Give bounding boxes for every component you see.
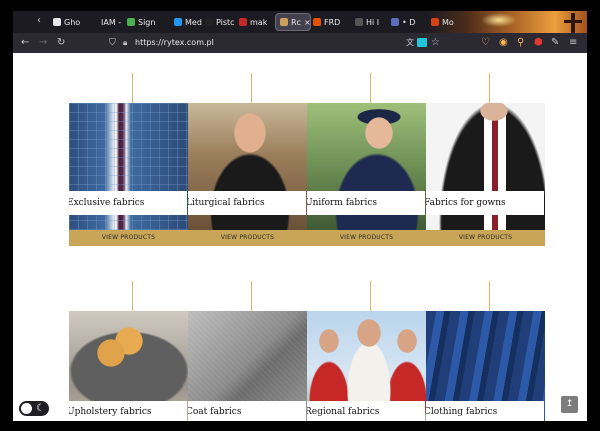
extensions-icon[interactable]: ⚲	[517, 37, 524, 49]
category-card-clothing[interactable]: Clothing fabrics	[426, 311, 545, 421]
browser-tab[interactable]: • D	[391, 13, 415, 31]
category-card-regional[interactable]: Regional fabrics	[307, 311, 426, 421]
page-content: Exclusive fabrics VIEW PRODUCTS Liturgic…	[13, 53, 587, 421]
scroll-top-button[interactable]: ↥	[561, 396, 578, 413]
lock-icon[interactable]: 🔒︎	[123, 37, 127, 49]
browser-tab[interactable]: Pistc	[205, 13, 235, 31]
category-label: Regional fabrics	[307, 401, 425, 421]
tab-favicon-icon	[239, 18, 247, 26]
menu-icon[interactable]: ≡	[569, 37, 577, 49]
close-icon[interactable]: ×	[304, 18, 310, 27]
view-products-button[interactable]: VIEW PRODUCTS	[188, 230, 307, 246]
connector-line	[251, 73, 252, 103]
view-products-button[interactable]: VIEW PRODUCTS	[307, 230, 426, 246]
dark-mode-toggle[interactable]: ☾	[19, 401, 49, 416]
connector-line	[251, 281, 252, 311]
tab-favicon-icon	[53, 18, 61, 26]
tab-label: IAM - O	[101, 17, 124, 27]
category-label: Clothing fabrics	[426, 401, 544, 421]
tab-favicon-icon	[355, 18, 363, 26]
tab-favicon-icon	[174, 18, 182, 26]
view-products-button[interactable]: VIEW PRODUCTS	[426, 230, 545, 246]
browser-window: ‹ Gho IAM - O Sign Med Pistc mak Rc× FRD Hi I • D…	[13, 11, 587, 421]
tab-label: Med	[185, 17, 202, 27]
sunset-glow	[481, 13, 517, 27]
tab-label: • D	[402, 17, 416, 27]
bookmark-star-icon[interactable]: ☆	[431, 37, 440, 49]
moon-icon: ☾	[36, 403, 45, 414]
category-card-coat[interactable]: Coat fabrics	[188, 311, 307, 421]
tab-label: Sign	[138, 17, 156, 27]
url-bar[interactable]: https://rytex.com.pl	[135, 37, 214, 49]
tab-label: Mo	[442, 17, 454, 27]
forward-icon[interactable]: →	[39, 37, 47, 49]
connector-line	[132, 281, 133, 311]
browser-tab[interactable]: mak	[239, 13, 267, 31]
tab-favicon-icon	[391, 18, 399, 26]
back-icon[interactable]: ←	[21, 37, 29, 49]
category-card-uniform[interactable]: Uniform fabrics VIEW PRODUCTS	[307, 103, 426, 246]
tab-favicon-icon	[313, 18, 321, 26]
nav-bar: ← → ↻ ⛉ 🔒︎ https://rytex.com.pl 文 ☆ ♡ ◉ …	[13, 33, 587, 53]
account-icon[interactable]: ◉	[499, 37, 508, 49]
pen-icon[interactable]: ✎	[551, 37, 559, 49]
tab-favicon-icon	[90, 18, 98, 26]
browser-tab[interactable]: Gho	[53, 13, 80, 31]
connector-line	[370, 281, 371, 311]
tab-bar: ‹ Gho IAM - O Sign Med Pistc mak Rc× FRD Hi I • D…	[13, 11, 587, 51]
category-card-liturgical[interactable]: Liturgical fabrics VIEW PRODUCTS	[188, 103, 307, 246]
category-label: Exclusive fabrics	[69, 191, 187, 215]
category-card-upholstery[interactable]: Upholstery fabrics	[69, 311, 188, 421]
view-products-button[interactable]: VIEW PRODUCTS	[69, 230, 188, 246]
connector-line	[489, 281, 490, 311]
tab-list-icon[interactable]: ‹	[37, 15, 41, 27]
category-label: Upholstery fabrics	[69, 401, 187, 421]
connector-line	[489, 73, 490, 103]
arrow-up-icon: ↥	[565, 399, 574, 409]
pocket-icon[interactable]: ♡	[481, 37, 490, 49]
browser-tab[interactable]: IAM - O	[90, 13, 124, 31]
toggle-knob	[21, 403, 32, 414]
tab-label: Pistc	[216, 17, 235, 27]
category-label: Uniform fabrics	[307, 191, 425, 215]
category-label: Liturgical fabrics	[188, 191, 306, 215]
adblock-icon[interactable]: ⬢	[534, 37, 543, 49]
browser-tab[interactable]: Hi I	[355, 13, 379, 31]
browser-tab[interactable]: Mo	[431, 13, 454, 31]
tab-favicon-icon	[431, 18, 439, 26]
category-card-exclusive[interactable]: Exclusive fabrics VIEW PRODUCTS	[69, 103, 188, 246]
browser-tab[interactable]: Med	[174, 13, 202, 31]
tab-label: Rc	[291, 17, 301, 27]
connector-line	[370, 73, 371, 103]
category-label: Fabrics for gowns	[426, 191, 544, 215]
tab-favicon-icon	[280, 18, 288, 26]
browser-tab[interactable]: Sign	[127, 13, 155, 31]
browser-tab[interactable]: FRD	[313, 13, 340, 31]
extension-teal-icon[interactable]	[417, 38, 427, 47]
translate-icon[interactable]: 文	[406, 37, 414, 49]
tab-favicon-icon	[205, 18, 213, 26]
tab-label: FRD	[324, 17, 341, 27]
reload-icon[interactable]: ↻	[57, 37, 65, 49]
shield-icon[interactable]: ⛉	[109, 37, 116, 49]
browser-tab[interactable]: Rc ×	[275, 13, 311, 31]
category-label: Coat fabrics	[188, 401, 306, 421]
tab-label: Hi I	[366, 17, 380, 27]
tab-label: Gho	[64, 17, 81, 27]
tab-favicon-icon	[127, 18, 135, 26]
connector-line	[132, 73, 133, 103]
category-card-gowns[interactable]: Fabrics for gowns VIEW PRODUCTS	[426, 103, 545, 246]
tab-label: mak	[250, 17, 268, 27]
